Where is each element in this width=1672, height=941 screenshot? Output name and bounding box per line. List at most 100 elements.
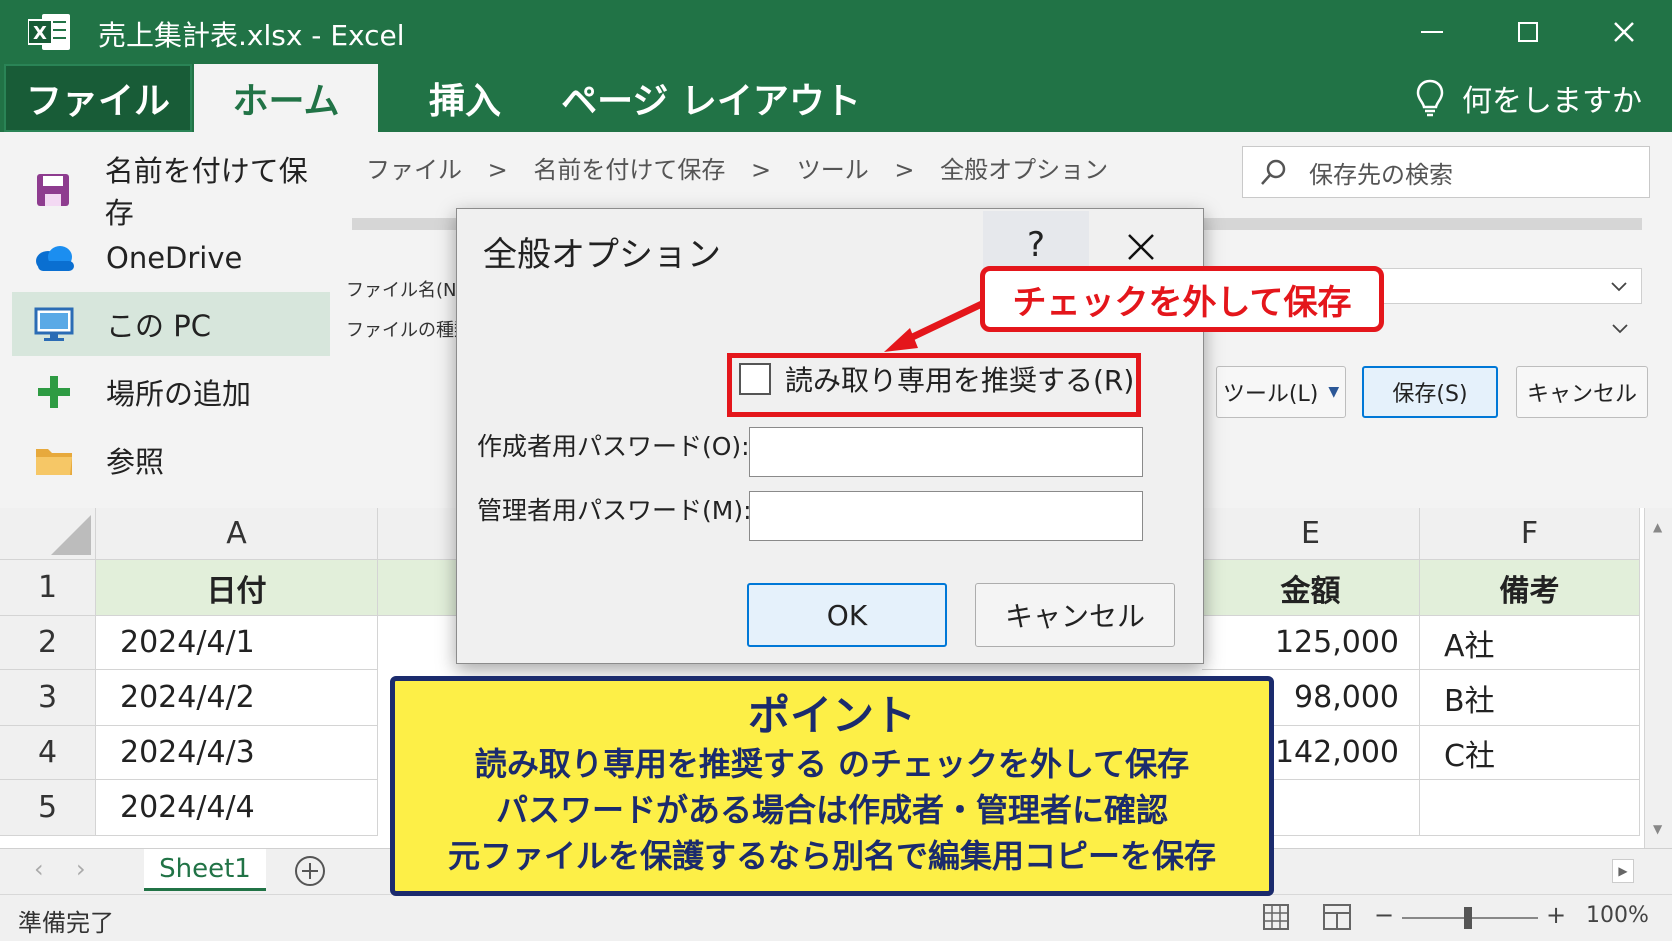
scroll-left-icon[interactable]: ‹ <box>34 855 44 883</box>
zoom-slider-handle[interactable] <box>1464 907 1472 929</box>
window-title: 売上集計表.xlsx - Excel <box>98 19 405 52</box>
close-icon[interactable] <box>1596 8 1652 56</box>
breadcrumb-general-options[interactable]: 全般オプション <box>940 156 1108 184</box>
column-header-f[interactable]: F <box>1420 508 1640 560</box>
admin-password-field[interactable] <box>749 491 1143 541</box>
dropdown-arrow-icon: ▼ <box>1328 384 1340 400</box>
row-header[interactable]: 3 <box>0 670 96 726</box>
sheet-tab-sheet1[interactable]: Sheet1 <box>144 849 266 891</box>
select-all-corner[interactable] <box>0 508 96 560</box>
nav-add-place[interactable]: 場所の追加 <box>12 360 330 424</box>
tell-me-box[interactable]: 何をしますか <box>1414 64 1642 132</box>
table-cell[interactable]: 2024/4/4 <box>96 780 378 836</box>
nav-onedrive[interactable]: OneDrive <box>12 226 330 290</box>
breadcrumb-separator: > <box>751 156 772 184</box>
cloud-icon <box>32 236 76 280</box>
nav-browse-label: 参照 <box>106 445 165 479</box>
column-header-a[interactable]: A <box>96 508 378 560</box>
scroll-right-icon[interactable]: › <box>76 855 86 883</box>
lightbulb-icon <box>1416 79 1444 117</box>
nav-onedrive-label: OneDrive <box>106 241 243 275</box>
breadcrumb-save-as[interactable]: 名前を付けて保存 <box>533 156 725 184</box>
minimize-icon[interactable] <box>1404 8 1460 56</box>
point-line: パスワードがある場合は作成者・管理者に確認 <box>495 791 1168 829</box>
point-box: ポイント 読み取り専用を推奨する のチェックを外して保存 パスワードがある場合は… <box>390 676 1274 896</box>
pc-icon <box>32 302 76 346</box>
admin-password-label: 管理者用パスワード(M): <box>477 496 752 525</box>
status-text: 準備完了 <box>18 909 114 937</box>
plus-icon <box>32 370 76 414</box>
point-title: ポイント <box>747 691 916 740</box>
maximize-icon[interactable] <box>1500 8 1556 56</box>
breadcrumb-separator: > <box>487 156 508 184</box>
search-icon <box>1261 159 1286 185</box>
dialog-title: 全般オプション <box>483 235 721 275</box>
vertical-scrollbar[interactable]: ▲ ▼ <box>1644 508 1672 848</box>
table-cell[interactable]: 125,000 <box>1202 616 1420 670</box>
add-sheet-icon[interactable] <box>294 855 326 891</box>
svg-text:X: X <box>33 23 47 44</box>
author-password-label: 作成者用パスワード(O): <box>477 432 750 461</box>
page-layout-view-icon[interactable] <box>1322 903 1352 935</box>
zoom-level[interactable]: 100% <box>1586 903 1649 928</box>
breadcrumb-file[interactable]: ファイル <box>366 156 462 184</box>
row-header[interactable]: 4 <box>0 726 96 780</box>
tab-insert[interactable]: 挿入 <box>410 64 520 132</box>
table-cell[interactable]: A社 <box>1420 616 1640 670</box>
ribbon-tabs: ファイル ホーム 挿入 ページ レイアウト 何をしますか <box>0 64 1672 132</box>
column-header-e[interactable]: E <box>1202 508 1420 560</box>
tab-file[interactable]: ファイル <box>4 64 192 132</box>
filename-label: ファイル名(N): <box>346 280 470 301</box>
nav-save-as-label: 名前を付けて保存 <box>104 154 308 230</box>
excel-logo-icon: X <box>28 14 70 50</box>
chevron-down-icon <box>1611 282 1627 292</box>
cell-header-date[interactable]: 日付 <box>96 560 378 616</box>
callout-arrow-icon <box>884 298 988 352</box>
nav-browse[interactable]: 参照 <box>12 428 330 492</box>
nav-save-as[interactable]: 名前を付けて保存 <box>12 154 330 230</box>
tell-me-label: 何をしますか <box>1462 84 1642 119</box>
ok-button[interactable]: OK <box>747 583 947 647</box>
normal-view-icon[interactable] <box>1262 903 1290 935</box>
backstage-nav: 名前を付けて保存 OneDrive この PC 場所の追加 参照 <box>0 132 332 508</box>
nav-this-pc[interactable]: この PC <box>12 292 330 356</box>
scroll-up-icon[interactable]: ▲ <box>1653 520 1662 534</box>
zoom-in-icon[interactable]: + <box>1546 901 1566 929</box>
title-bar: X 売上集計表.xlsx - Excel <box>0 0 1672 64</box>
dialog-cancel-button[interactable]: キャンセル <box>975 583 1175 647</box>
table-cell[interactable]: 2024/4/1 <box>96 616 378 670</box>
row-header[interactable]: 1 <box>0 560 96 616</box>
scroll-right-icon[interactable]: ▶ <box>1612 859 1634 883</box>
zoom-slider[interactable] <box>1402 907 1538 929</box>
status-bar: 準備完了 − + 100% <box>0 894 1672 941</box>
table-cell[interactable]: B社 <box>1420 670 1640 726</box>
table-cell[interactable]: C社 <box>1420 726 1640 780</box>
nav-this-pc-label: この PC <box>106 309 211 343</box>
tools-button[interactable]: ツール(L) ▼ <box>1216 366 1346 418</box>
scroll-down-icon[interactable]: ▼ <box>1653 822 1662 836</box>
author-password-field[interactable] <box>749 427 1143 477</box>
row-header[interactable]: 2 <box>0 616 96 670</box>
highlight-box <box>727 353 1141 417</box>
zoom-out-icon[interactable]: − <box>1374 901 1394 929</box>
table-cell[interactable]: 2024/4/3 <box>96 726 378 780</box>
tab-page-layout[interactable]: ページ レイアウト <box>561 64 861 132</box>
cell-header-note[interactable]: 備考 <box>1420 560 1640 616</box>
table-cell[interactable]: 2024/4/2 <box>96 670 378 726</box>
table-cell[interactable] <box>1420 780 1640 836</box>
point-line: 読み取り専用を推奨する のチェックを外して保存 <box>474 745 1190 783</box>
cell-header-amount[interactable]: 金額 <box>1202 560 1420 616</box>
search-input[interactable]: 保存先の検索 <box>1242 146 1650 198</box>
cancel-button[interactable]: キャンセル <box>1516 366 1648 418</box>
nav-add-place-label: 場所の追加 <box>106 377 252 411</box>
row-header[interactable]: 5 <box>0 780 96 836</box>
breadcrumb-separator: > <box>894 156 915 184</box>
save-button[interactable]: 保存(S) <box>1362 366 1498 418</box>
save-icon <box>32 168 75 212</box>
point-line: 元ファイルを保護するなら別名で編集用コピーを保存 <box>447 837 1216 875</box>
breadcrumb-tools[interactable]: ツール <box>797 156 869 184</box>
callout-label: チェックを外して保存 <box>980 266 1384 332</box>
search-placeholder: 保存先の検索 <box>1309 160 1453 189</box>
tools-button-label: ツール(L) <box>1222 382 1319 407</box>
tab-home[interactable]: ホーム <box>194 64 378 132</box>
